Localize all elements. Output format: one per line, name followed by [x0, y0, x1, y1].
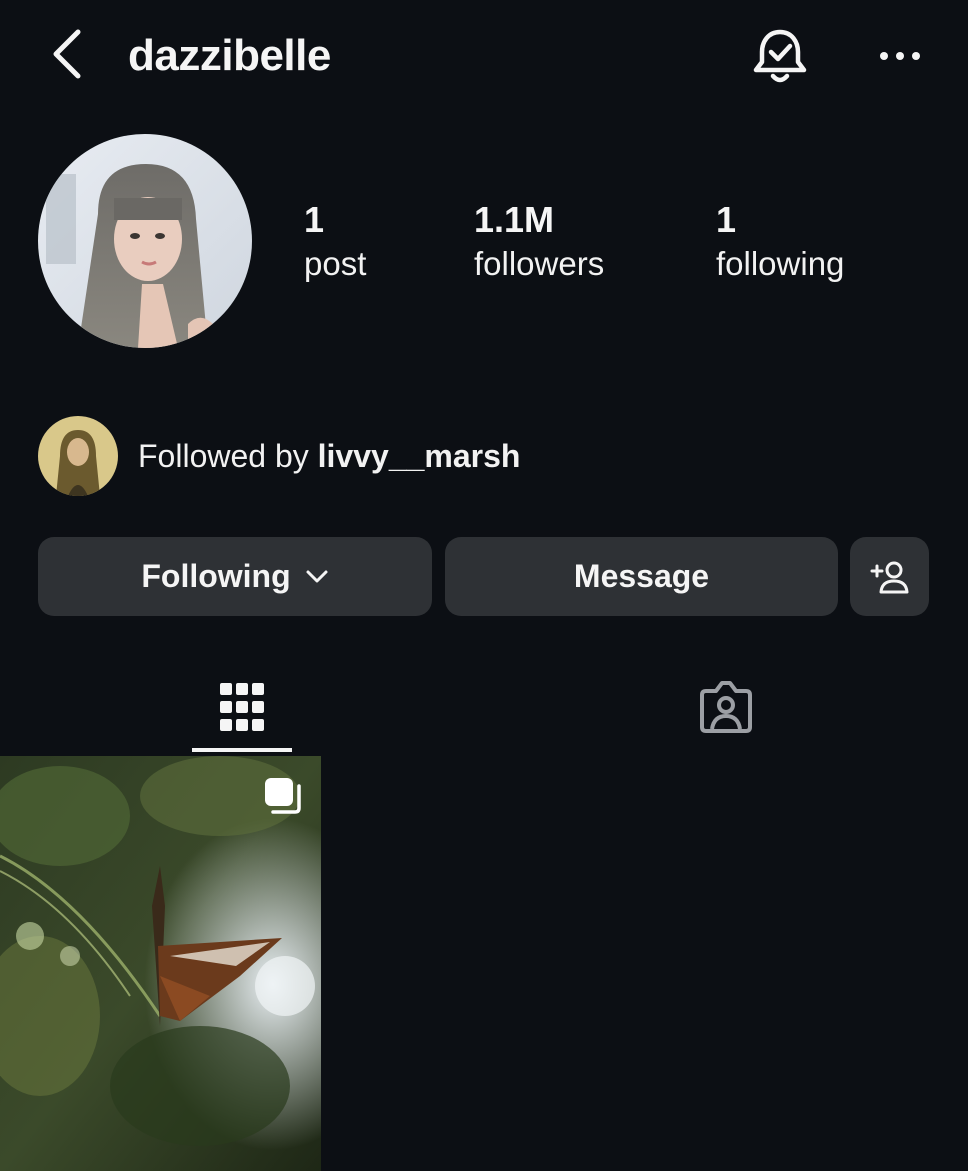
followed-by-row[interactable]: Followed by livvy__marsh	[38, 416, 520, 496]
grid-icon	[220, 683, 264, 731]
stat-following[interactable]: 1 following	[716, 198, 844, 286]
followers-label: followers	[474, 245, 605, 282]
following-button-label: Following	[141, 558, 291, 594]
stat-posts[interactable]: 1 post	[304, 198, 366, 286]
notifications-button[interactable]	[748, 24, 812, 88]
active-tab-indicator	[192, 748, 292, 752]
following-button[interactable]: Following	[38, 537, 432, 616]
followed-by-text: Followed by livvy__marsh	[138, 438, 520, 475]
mutual-photo	[38, 416, 118, 496]
followers-count: 1.1M	[474, 199, 555, 240]
tab-tagged[interactable]	[676, 660, 776, 754]
profile-header: dazzibelle	[0, 0, 968, 110]
tagged-person-icon	[700, 681, 752, 733]
more-horizontal-icon	[880, 52, 920, 60]
profile-photo	[38, 134, 252, 348]
grid-post[interactable]	[0, 756, 321, 1171]
add-person-icon	[870, 561, 908, 593]
following-label: following	[716, 245, 845, 282]
profile-username: dazzibelle	[128, 31, 331, 80]
suggested-people-button[interactable]	[850, 537, 929, 616]
chevron-down-icon	[306, 570, 328, 582]
following-count: 1	[716, 199, 737, 240]
chevron-left-icon	[53, 29, 81, 79]
post-image	[0, 756, 321, 1171]
mutual-avatar	[38, 416, 118, 496]
mutual-username[interactable]: livvy__marsh	[318, 438, 521, 474]
profile-avatar[interactable]	[38, 134, 252, 348]
posts-label: post	[304, 245, 367, 282]
bell-check-icon	[753, 29, 807, 83]
message-button[interactable]: Message	[445, 537, 838, 616]
carousel-icon	[265, 778, 301, 814]
stat-followers[interactable]: 1.1M followers	[474, 198, 604, 286]
tab-posts-grid[interactable]	[192, 660, 292, 754]
posts-count: 1	[304, 199, 325, 240]
more-options-button[interactable]	[872, 36, 928, 76]
message-button-label: Message	[573, 558, 710, 594]
followed-by-prefix: Followed by	[138, 437, 309, 474]
profile-page: dazzibelle 1 post 1.1M followers 1 follo…	[0, 0, 968, 1171]
back-button[interactable]	[44, 28, 92, 80]
